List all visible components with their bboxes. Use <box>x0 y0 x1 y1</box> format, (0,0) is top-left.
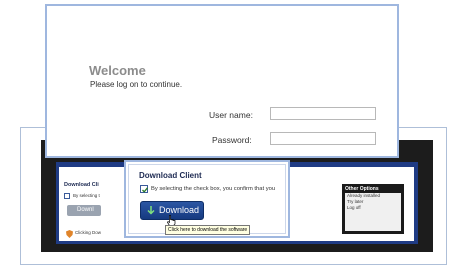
shield-icon <box>66 230 73 238</box>
username-field[interactable] <box>270 107 376 120</box>
download-client-title: Download Client <box>139 171 202 180</box>
download-button-label: Download <box>159 205 200 215</box>
welcome-heading: Welcome <box>89 63 146 78</box>
background-footer-text: Clicking Dow <box>75 230 102 235</box>
background-checkbox[interactable] <box>64 193 70 199</box>
other-options-title: Other Options <box>345 186 379 192</box>
password-label: Password: <box>212 135 252 145</box>
username-label: User name: <box>209 110 253 120</box>
download-client-inner: Download Client By selecting the check b… <box>128 164 286 235</box>
other-options-panel: Other Options Already installed Try late… <box>342 184 404 234</box>
background-download-button[interactable]: Downl <box>67 205 101 216</box>
confirm-checkbox-label: By selecting the check box, you confirm … <box>151 186 276 192</box>
other-options-list: Already installed Try later Log off <box>345 193 401 231</box>
password-field[interactable] <box>270 132 376 145</box>
download-arrow-icon <box>147 206 155 215</box>
checkmark-icon <box>142 187 149 193</box>
confirm-checkbox[interactable] <box>140 185 149 193</box>
background-checkbox-label: By selecting t <box>73 193 100 198</box>
background-download-title: Download Cli <box>64 182 99 188</box>
download-client-dialog: Download Client By selecting the check b… <box>124 160 290 238</box>
logon-dialog: Welcome Please log on to continue. User … <box>45 4 399 158</box>
logon-prompt: Please log on to continue. <box>90 80 183 89</box>
other-option-log-off[interactable]: Log off <box>345 205 401 211</box>
download-tooltip: Click here to download the software <box>165 225 251 235</box>
